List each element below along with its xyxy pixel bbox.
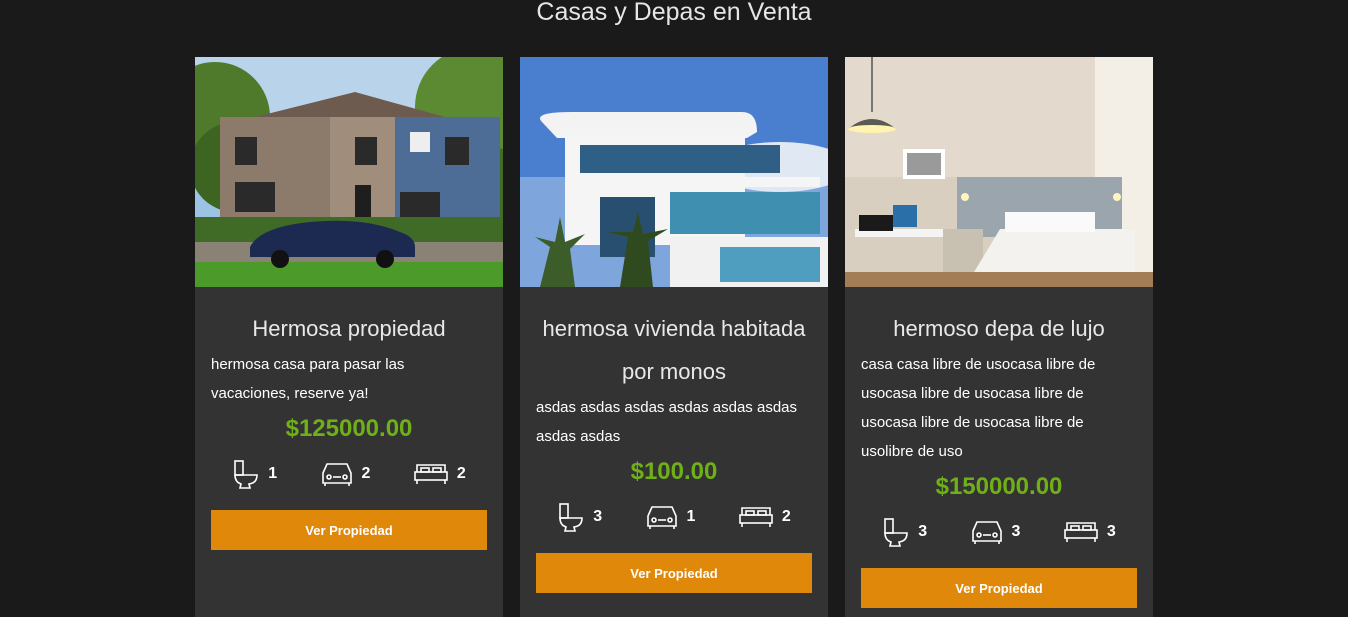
bedrooms-count: 2 — [456, 465, 466, 482]
property-card: hermosa vivienda habitada por monos asda… — [520, 57, 828, 617]
property-title: Hermosa propiedad — [252, 316, 446, 341]
parking-feature: 3 — [970, 519, 1021, 545]
bedrooms-feature: 2 — [413, 462, 466, 486]
toilet-icon — [232, 459, 260, 489]
toilet-icon — [882, 517, 910, 547]
property-features: 3 1 2 — [536, 495, 812, 539]
property-description: casa casa libre de usocasa libre de usoc… — [861, 356, 1096, 460]
parking-feature: 1 — [645, 504, 696, 530]
property-description: hermosa casa para pasar las vacaciones, … — [211, 356, 405, 402]
property-price: $150000.00 — [935, 473, 1063, 500]
view-property-button[interactable]: Ver Propiedad — [861, 568, 1137, 608]
bathrooms-count: 3 — [918, 523, 928, 540]
parking-count: 2 — [361, 465, 371, 482]
bedrooms-feature: 3 — [1063, 520, 1116, 544]
bed-icon — [413, 462, 449, 486]
view-property-button[interactable]: Ver Propiedad — [211, 510, 487, 550]
car-icon — [970, 519, 1004, 545]
bedrooms-count: 3 — [1106, 523, 1116, 540]
property-title: hermosa vivienda habitada por monos — [542, 316, 806, 384]
property-features: 3 3 3 — [861, 510, 1137, 554]
parking-count: 1 — [686, 508, 696, 525]
property-description: asdas asdas asdas asdas asdas asdas asda… — [536, 399, 797, 445]
section-title: Casas y Depas en Venta — [536, 0, 812, 26]
property-features: 1 2 2 — [211, 452, 487, 496]
parking-count: 3 — [1011, 523, 1021, 540]
bathrooms-feature: 3 — [557, 502, 602, 532]
property-title: hermoso depa de lujo — [893, 316, 1105, 341]
parking-feature: 2 — [320, 461, 371, 487]
property-price: $125000.00 — [285, 415, 413, 442]
property-image — [195, 57, 503, 287]
bed-icon — [738, 505, 774, 529]
property-price: $100.00 — [630, 458, 718, 485]
view-property-button[interactable]: Ver Propiedad — [536, 553, 812, 593]
bathrooms-feature: 1 — [232, 459, 277, 489]
bathrooms-count: 1 — [268, 465, 278, 482]
property-image — [845, 57, 1153, 287]
property-card: Hermosa propiedad hermosa casa para pasa… — [195, 57, 503, 617]
bedrooms-feature: 2 — [738, 505, 791, 529]
toilet-icon — [557, 502, 585, 532]
property-card: hermoso depa de lujo casa casa libre de … — [845, 57, 1153, 617]
bedrooms-count: 2 — [781, 508, 791, 525]
property-image — [520, 57, 828, 287]
bathrooms-feature: 3 — [882, 517, 927, 547]
car-icon — [645, 504, 679, 530]
car-icon — [320, 461, 354, 487]
bed-icon — [1063, 520, 1099, 544]
bathrooms-count: 3 — [593, 508, 603, 525]
